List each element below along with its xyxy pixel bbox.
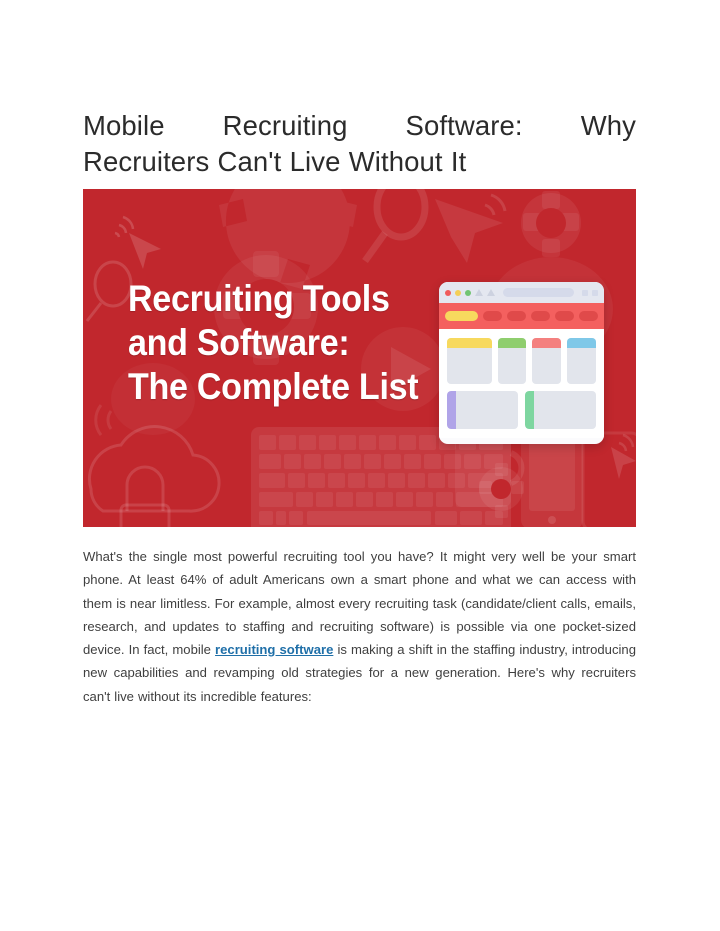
content-card-wide (525, 391, 596, 429)
maximize-dot-icon (465, 289, 471, 296)
paragraph-text-part-1: What's the single most powerful recruiti… (83, 549, 636, 658)
browser-navbar (439, 303, 604, 329)
page-title: Mobile Recruiting Software: Why Recruite… (83, 108, 636, 180)
nav-triangle-icon (487, 288, 495, 296)
page-title-line-2: Recruiters Can't Live Without It (83, 146, 467, 177)
content-card-wide (447, 391, 518, 429)
signal-waves-icon (484, 193, 507, 216)
article-paragraph: What's the single most powerful recruiti… (83, 545, 636, 708)
paper-plane-icon (611, 447, 636, 479)
document-page: Mobile Recruiting Software: Why Recruite… (0, 0, 720, 931)
hero-banner-image: Recruiting Tools and Software: The Compl… (83, 189, 636, 527)
content-card (497, 338, 527, 384)
card-row-bottom (447, 391, 596, 429)
content-card (532, 338, 562, 384)
cursor-arrow-icon (129, 233, 161, 269)
browser-content-area (439, 329, 604, 438)
close-dot-icon (445, 289, 451, 296)
banner-headline-line-1: Recruiting Tools (128, 278, 390, 319)
browser-titlebar (439, 282, 604, 303)
navbar-item (483, 311, 503, 321)
navbar-item-active (445, 311, 479, 321)
navbar-item (531, 311, 551, 321)
window-control-icon (582, 289, 588, 296)
cloud-lock-icon (87, 425, 221, 527)
content-card (567, 338, 597, 384)
page-title-line-1: Mobile Recruiting Software: Why (83, 110, 636, 141)
signal-waves-icon (94, 404, 113, 436)
banner-headline-line-2: and Software: (128, 322, 350, 363)
smartphone-outline-icon (581, 431, 636, 527)
recruiting-software-link[interactable]: recruiting software (215, 642, 333, 657)
content-column: Mobile Recruiting Software: Why Recruite… (83, 108, 636, 708)
navbar-item (507, 311, 527, 321)
signal-waves-icon (618, 433, 635, 452)
banner-headline: Recruiting Tools and Software: The Compl… (128, 277, 419, 409)
nav-triangle-icon (475, 288, 483, 296)
navbar-item (555, 311, 575, 321)
window-control-icon (592, 289, 598, 296)
magnifier-icon (85, 260, 133, 322)
magnifier-icon (362, 189, 429, 264)
content-card (447, 338, 492, 384)
card-row-top (447, 338, 597, 384)
navbar-item (579, 311, 599, 321)
minimize-dot-icon (455, 289, 461, 296)
address-bar (503, 288, 574, 297)
banner-headline-line-3: The Complete List (128, 366, 419, 407)
browser-window-mockup (439, 282, 604, 444)
